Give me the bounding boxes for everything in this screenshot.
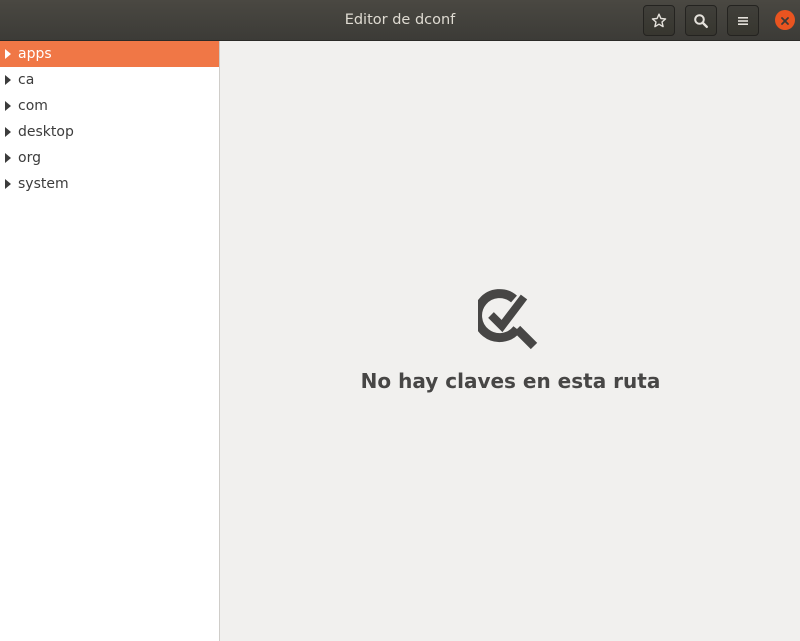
close-window-button[interactable] <box>775 10 795 30</box>
tree-item-label: apps <box>18 46 52 62</box>
search-icon <box>693 13 709 29</box>
tree-item-com[interactable]: com <box>0 93 219 119</box>
keys-list-empty-state: No hay claves en esta ruta <box>221 41 800 641</box>
tree-item-label: desktop <box>18 124 74 140</box>
window-title: Editor de dconf <box>344 12 456 28</box>
tree-item-org[interactable]: org <box>0 145 219 171</box>
header-bar: Editor de dconf <box>0 0 800 41</box>
bookmarks-button[interactable] <box>643 5 675 36</box>
expand-arrow-icon[interactable] <box>0 119 18 145</box>
hamburger-menu-icon <box>735 13 751 29</box>
star-icon <box>651 13 667 29</box>
menu-button[interactable] <box>727 5 759 36</box>
tree-item-label: ca <box>18 72 35 88</box>
expand-arrow-icon[interactable] <box>0 93 18 119</box>
expand-arrow-icon[interactable] <box>0 67 18 93</box>
empty-state-message: No hay claves en esta ruta <box>360 369 661 393</box>
path-tree-sidebar: apps ca com desktop org system <box>0 41 220 641</box>
key-search-icon <box>473 289 542 355</box>
search-button[interactable] <box>685 5 717 36</box>
tree-item-apps[interactable]: apps <box>0 41 219 67</box>
tree-item-label: system <box>18 176 69 192</box>
expand-arrow-icon[interactable] <box>0 41 18 67</box>
close-icon <box>780 11 790 30</box>
tree-item-desktop[interactable]: desktop <box>0 119 219 145</box>
tree-item-ca[interactable]: ca <box>0 67 219 93</box>
expand-arrow-icon[interactable] <box>0 171 18 197</box>
expand-arrow-icon[interactable] <box>0 145 18 171</box>
tree-item-system[interactable]: system <box>0 171 219 197</box>
tree-item-label: org <box>18 150 41 166</box>
tree-item-label: com <box>18 98 48 114</box>
